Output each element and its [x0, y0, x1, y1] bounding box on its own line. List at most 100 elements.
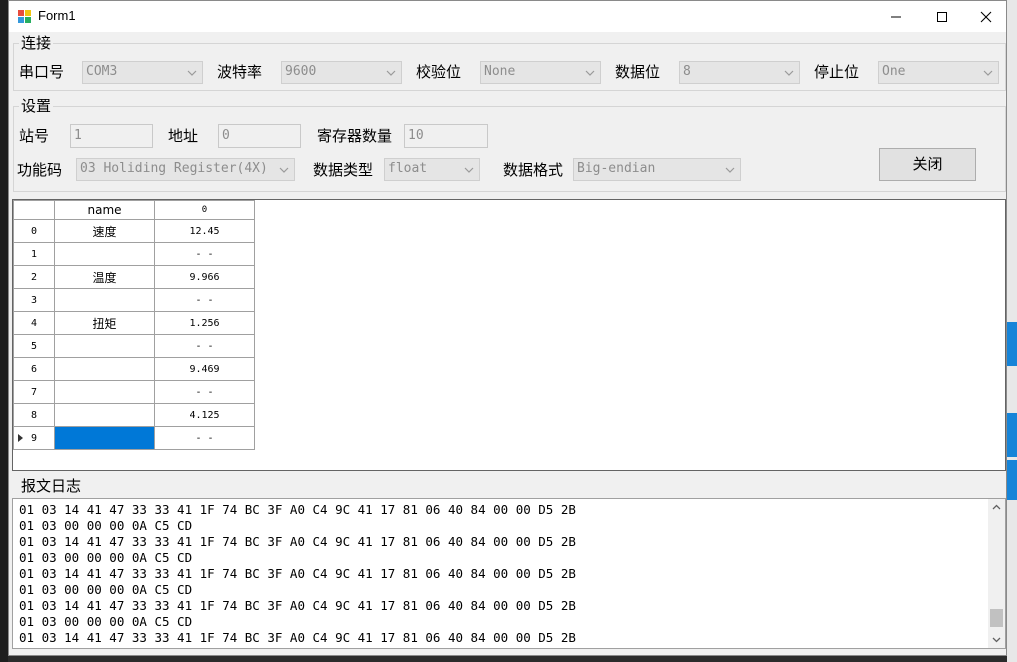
scroll-thumb[interactable] — [990, 609, 1003, 627]
scroll-down-button[interactable] — [988, 631, 1005, 648]
table-row[interactable]: 7 - - — [13, 380, 255, 404]
stopbits-combobox[interactable]: One — [878, 61, 999, 84]
message-log[interactable]: 01 03 14 41 47 33 33 41 1F 74 BC 3F A0 C… — [12, 498, 1006, 649]
table-row-current[interactable]: 9 - - — [13, 426, 255, 450]
row-header[interactable]: 7 — [13, 380, 55, 404]
value-cell[interactable]: 12.45 — [154, 219, 255, 243]
row-header[interactable]: 0 — [13, 219, 55, 243]
baud-value: 9600 — [285, 64, 317, 79]
log-line: 01 03 00 00 00 0A C5 CD — [19, 550, 193, 565]
table-row[interactable]: 3 - - — [13, 288, 255, 312]
data-grid[interactable]: name 0 0 速度 12.45 1 - - 2 温度 9.966 3 - -… — [12, 199, 1006, 471]
chevron-down-icon — [187, 70, 197, 76]
settings-group-label: 设置 — [19, 97, 54, 115]
port-combobox[interactable]: COM3 — [82, 61, 203, 84]
chevron-down-icon — [992, 637, 1001, 643]
value-cell[interactable]: - - — [154, 426, 255, 450]
register-count-input[interactable]: 10 — [404, 124, 488, 148]
parity-combobox[interactable]: None — [480, 61, 601, 84]
row-header[interactable]: 6 — [13, 357, 55, 381]
parity-value: None — [484, 64, 516, 79]
station-input[interactable]: 1 — [70, 124, 153, 148]
table-row[interactable]: 4 扭矩 1.256 — [13, 311, 255, 335]
log-scrollbar[interactable] — [988, 499, 1005, 648]
chevron-down-icon — [983, 70, 993, 76]
table-row[interactable]: 0 速度 12.45 — [13, 219, 255, 243]
maximize-button[interactable] — [919, 1, 965, 32]
address-label: 地址 — [168, 127, 199, 145]
row-header[interactable]: 8 — [13, 403, 55, 427]
row-header-current[interactable]: 9 — [13, 426, 55, 450]
name-cell[interactable] — [54, 380, 155, 404]
name-cell[interactable]: 温度 — [54, 265, 155, 289]
value-cell[interactable]: - - — [154, 334, 255, 358]
table-row[interactable]: 5 - - — [13, 334, 255, 358]
name-cell-selected[interactable] — [54, 426, 155, 450]
value-cell[interactable]: - - — [154, 242, 255, 266]
name-cell[interactable] — [54, 357, 155, 381]
close-connection-button[interactable]: 关闭 — [879, 148, 976, 181]
parity-label: 校验位 — [416, 63, 462, 81]
port-value: COM3 — [86, 64, 118, 79]
title-bar[interactable]: Form1 — [9, 1, 1006, 32]
background-window-strip — [1007, 460, 1017, 500]
value-cell[interactable]: 4.125 — [154, 403, 255, 427]
data-type-label: 数据类型 — [313, 161, 374, 179]
grid-column-header-name[interactable]: name — [54, 200, 155, 220]
table-row[interactable]: 2 温度 9.966 — [13, 265, 255, 289]
name-cell[interactable]: 扭矩 — [54, 311, 155, 335]
maximize-icon — [937, 11, 947, 22]
form-app-icon — [18, 10, 31, 23]
desktop-background-left — [0, 0, 8, 662]
databits-combobox[interactable]: 8 — [679, 61, 800, 84]
name-cell[interactable] — [54, 242, 155, 266]
minimize-button[interactable] — [873, 1, 919, 32]
grid-header-row: name 0 — [13, 200, 255, 220]
grid-column-header-0[interactable]: 0 — [154, 200, 255, 220]
function-code-combobox[interactable]: 03 Holiding Register(4X) — [76, 158, 295, 181]
chevron-down-icon — [386, 70, 396, 76]
value-cell[interactable]: 9.966 — [154, 265, 255, 289]
stopbits-value: One — [882, 64, 906, 79]
function-code-label: 功能码 — [17, 161, 63, 179]
row-header[interactable]: 4 — [13, 311, 55, 335]
log-line: 01 03 00 00 00 0A C5 CD — [19, 518, 193, 533]
close-icon — [980, 11, 992, 22]
baud-combobox[interactable]: 9600 — [281, 61, 402, 84]
scroll-up-button[interactable] — [988, 499, 1005, 516]
grid-corner-header[interactable] — [13, 200, 55, 220]
port-label: 串口号 — [19, 63, 65, 81]
name-cell[interactable] — [54, 403, 155, 427]
name-cell[interactable] — [54, 288, 155, 312]
table-row[interactable]: 6 9.469 — [13, 357, 255, 381]
table-row[interactable]: 8 4.125 — [13, 403, 255, 427]
databits-value: 8 — [683, 64, 691, 79]
value-cell[interactable]: 1.256 — [154, 311, 255, 335]
background-window-strip — [1007, 322, 1017, 366]
row-header[interactable]: 3 — [13, 288, 55, 312]
chevron-down-icon — [585, 70, 595, 76]
row-header[interactable]: 1 — [13, 242, 55, 266]
form-window: Form1 连接 串口号 COM3 波特率 9600 校验位 None 数据位 … — [8, 0, 1007, 656]
table-row[interactable]: 1 - - — [13, 242, 255, 266]
address-value: 0 — [222, 128, 230, 143]
name-cell[interactable]: 速度 — [54, 219, 155, 243]
register-count-label: 寄存器数量 — [317, 127, 393, 145]
row-header[interactable]: 5 — [13, 334, 55, 358]
value-cell[interactable]: 9.469 — [154, 357, 255, 381]
address-input[interactable]: 0 — [218, 124, 301, 148]
value-cell[interactable]: - - — [154, 380, 255, 404]
databits-label: 数据位 — [615, 63, 661, 81]
log-line: 01 03 00 00 00 0A C5 CD — [19, 614, 193, 629]
log-line: 01 03 14 41 47 33 33 41 1F 74 BC 3F A0 C… — [19, 598, 576, 613]
value-cell[interactable]: - - — [154, 288, 255, 312]
stopbits-label: 停止位 — [814, 63, 860, 81]
name-cell[interactable] — [54, 334, 155, 358]
data-format-combobox[interactable]: Big-endian — [573, 158, 741, 181]
chevron-down-icon — [464, 167, 474, 173]
data-type-combobox[interactable]: float — [384, 158, 480, 181]
row-header[interactable]: 2 — [13, 265, 55, 289]
log-group-label: 报文日志 — [19, 477, 84, 495]
close-window-button[interactable] — [963, 1, 1009, 32]
minimize-icon — [891, 16, 901, 17]
